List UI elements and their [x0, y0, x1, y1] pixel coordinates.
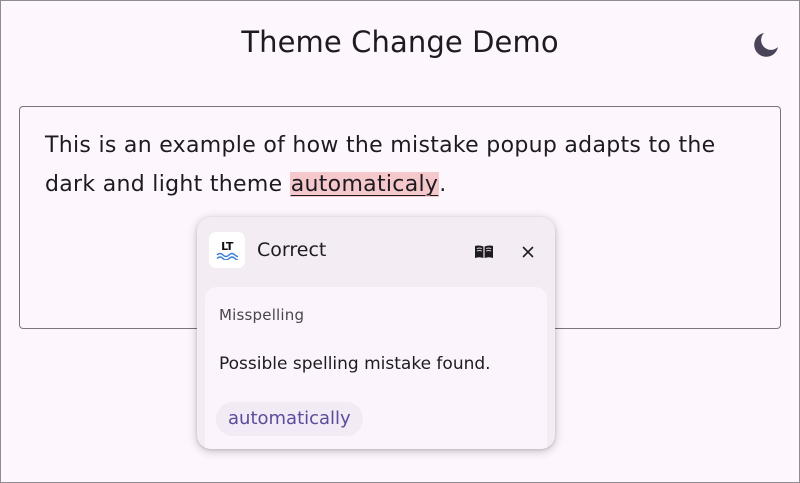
moon-icon — [754, 33, 778, 57]
misspelled-word[interactable]: automaticaly — [289, 172, 440, 197]
app-window: Theme Change Demo This is an example of … — [0, 0, 800, 483]
mistake-message: Possible spelling mistake found. — [219, 354, 491, 374]
mistake-category: Misspelling — [219, 306, 305, 324]
suggestion-chip[interactable]: automatically — [216, 402, 363, 436]
popup-title: Correct — [257, 239, 327, 261]
logo-wave-icon — [216, 252, 238, 260]
logo-text: LT — [221, 239, 233, 253]
book-icon — [475, 245, 493, 258]
add-to-dictionary-button[interactable] — [473, 241, 495, 263]
close-icon — [522, 246, 534, 258]
page-title: Theme Change Demo — [241, 25, 559, 59]
mistake-popup: LT Correct Misspelling Possible spelling… — [197, 217, 555, 449]
popup-body: Misspelling Possible spelling mistake fo… — [205, 287, 547, 449]
editor-text-after: . — [439, 172, 447, 197]
close-popup-button[interactable] — [517, 241, 539, 263]
editor-text[interactable]: This is an example of how the mistake po… — [45, 126, 757, 204]
popup-header: LT Correct — [197, 217, 555, 285]
languagetool-logo: LT — [209, 232, 245, 268]
theme-toggle-button[interactable] — [748, 27, 784, 63]
